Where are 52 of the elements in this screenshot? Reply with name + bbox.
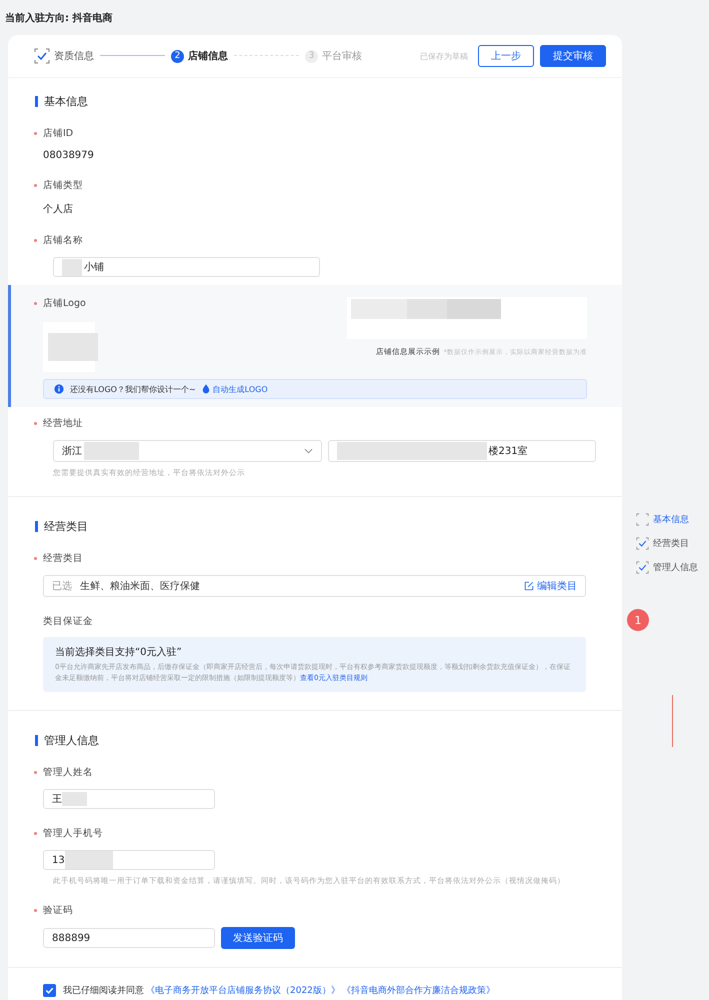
input-field[interactable]: 13 bbox=[43, 850, 215, 870]
notification-badge: 1 bbox=[627, 609, 649, 631]
scan-frame-icon bbox=[636, 512, 649, 526]
generate-logo-link[interactable]: 自动生成LOGO bbox=[202, 384, 268, 394]
field-value: 生鲜、粮油米面、医疗保健 bbox=[80, 580, 200, 593]
side-nav-item[interactable]: 经营类目 bbox=[636, 531, 709, 555]
step-number: 2 bbox=[171, 50, 184, 62]
input-field[interactable]: 888899 bbox=[43, 928, 215, 948]
field-label: 店铺Logo bbox=[34, 297, 86, 310]
send-code-button[interactable]: 发送验证码 bbox=[221, 927, 295, 949]
step-label: 店铺信息 bbox=[188, 49, 228, 63]
field-label: 管理人姓名 bbox=[34, 766, 93, 779]
notice-title: 当前选择类目支持“0元入驻” bbox=[55, 646, 183, 659]
side-nav-item[interactable]: 基本信息 bbox=[636, 507, 709, 531]
field-label: 店铺ID bbox=[34, 127, 74, 140]
agreement-link[interactable]: 《电子商务开放平台店铺服务协议（2022版）》 bbox=[146, 984, 340, 997]
field-prefix: 已选 bbox=[52, 580, 72, 593]
section-title: 经营类目 bbox=[35, 521, 587, 532]
field-label: 经营地址 bbox=[34, 417, 83, 430]
info-icon bbox=[54, 384, 64, 394]
check-icon bbox=[636, 536, 649, 550]
side-nav-item[interactable]: 管理人信息 bbox=[636, 555, 709, 579]
save-status: 已保存为草稿 bbox=[420, 50, 468, 62]
input-field[interactable]: 楼231室 bbox=[328, 440, 596, 462]
input-field[interactable]: 小铺 bbox=[53, 257, 320, 277]
submit-button[interactable]: 提交审核 bbox=[540, 45, 606, 67]
field-label: 店铺类型 bbox=[34, 179, 83, 192]
check-icon bbox=[636, 560, 649, 574]
field-label: 类目保证金 bbox=[43, 615, 93, 628]
edit-icon bbox=[524, 581, 534, 591]
agreement-text: 我已仔细阅读并同意 bbox=[63, 984, 144, 997]
field-value: 个人店 bbox=[43, 202, 73, 216]
step-label: 资质信息 bbox=[54, 50, 94, 63]
page-title: 当前入驻方向: 抖音电商 bbox=[5, 13, 112, 24]
field-value: 08038979 bbox=[43, 150, 94, 161]
checkbox[interactable] bbox=[43, 984, 56, 997]
section-title: 基本信息 bbox=[35, 96, 587, 107]
input-field[interactable]: 王 bbox=[43, 789, 215, 809]
field-label: 验证码 bbox=[34, 904, 73, 917]
tip-text: 还没有LOGO？我们帮你设计一个~ bbox=[70, 384, 196, 394]
scroll-indicator bbox=[672, 695, 673, 747]
drop-icon bbox=[202, 384, 210, 394]
section-title: 管理人信息 bbox=[35, 735, 587, 746]
back-button[interactable]: 上一步 bbox=[478, 45, 534, 67]
agreement-link[interactable]: 《抖音电商外部合作方廉洁合规政策》 bbox=[342, 984, 495, 997]
chevron-down-icon bbox=[304, 448, 312, 454]
step-label: 平台审核 bbox=[322, 50, 362, 63]
field-label: 店铺名称 bbox=[34, 234, 83, 247]
field-label: 管理人手机号 bbox=[34, 827, 103, 840]
edit-category-link[interactable]: 编辑类目 bbox=[524, 579, 577, 593]
field-label: 经营类目 bbox=[34, 552, 83, 565]
region-select[interactable]: 浙江 bbox=[53, 440, 322, 462]
